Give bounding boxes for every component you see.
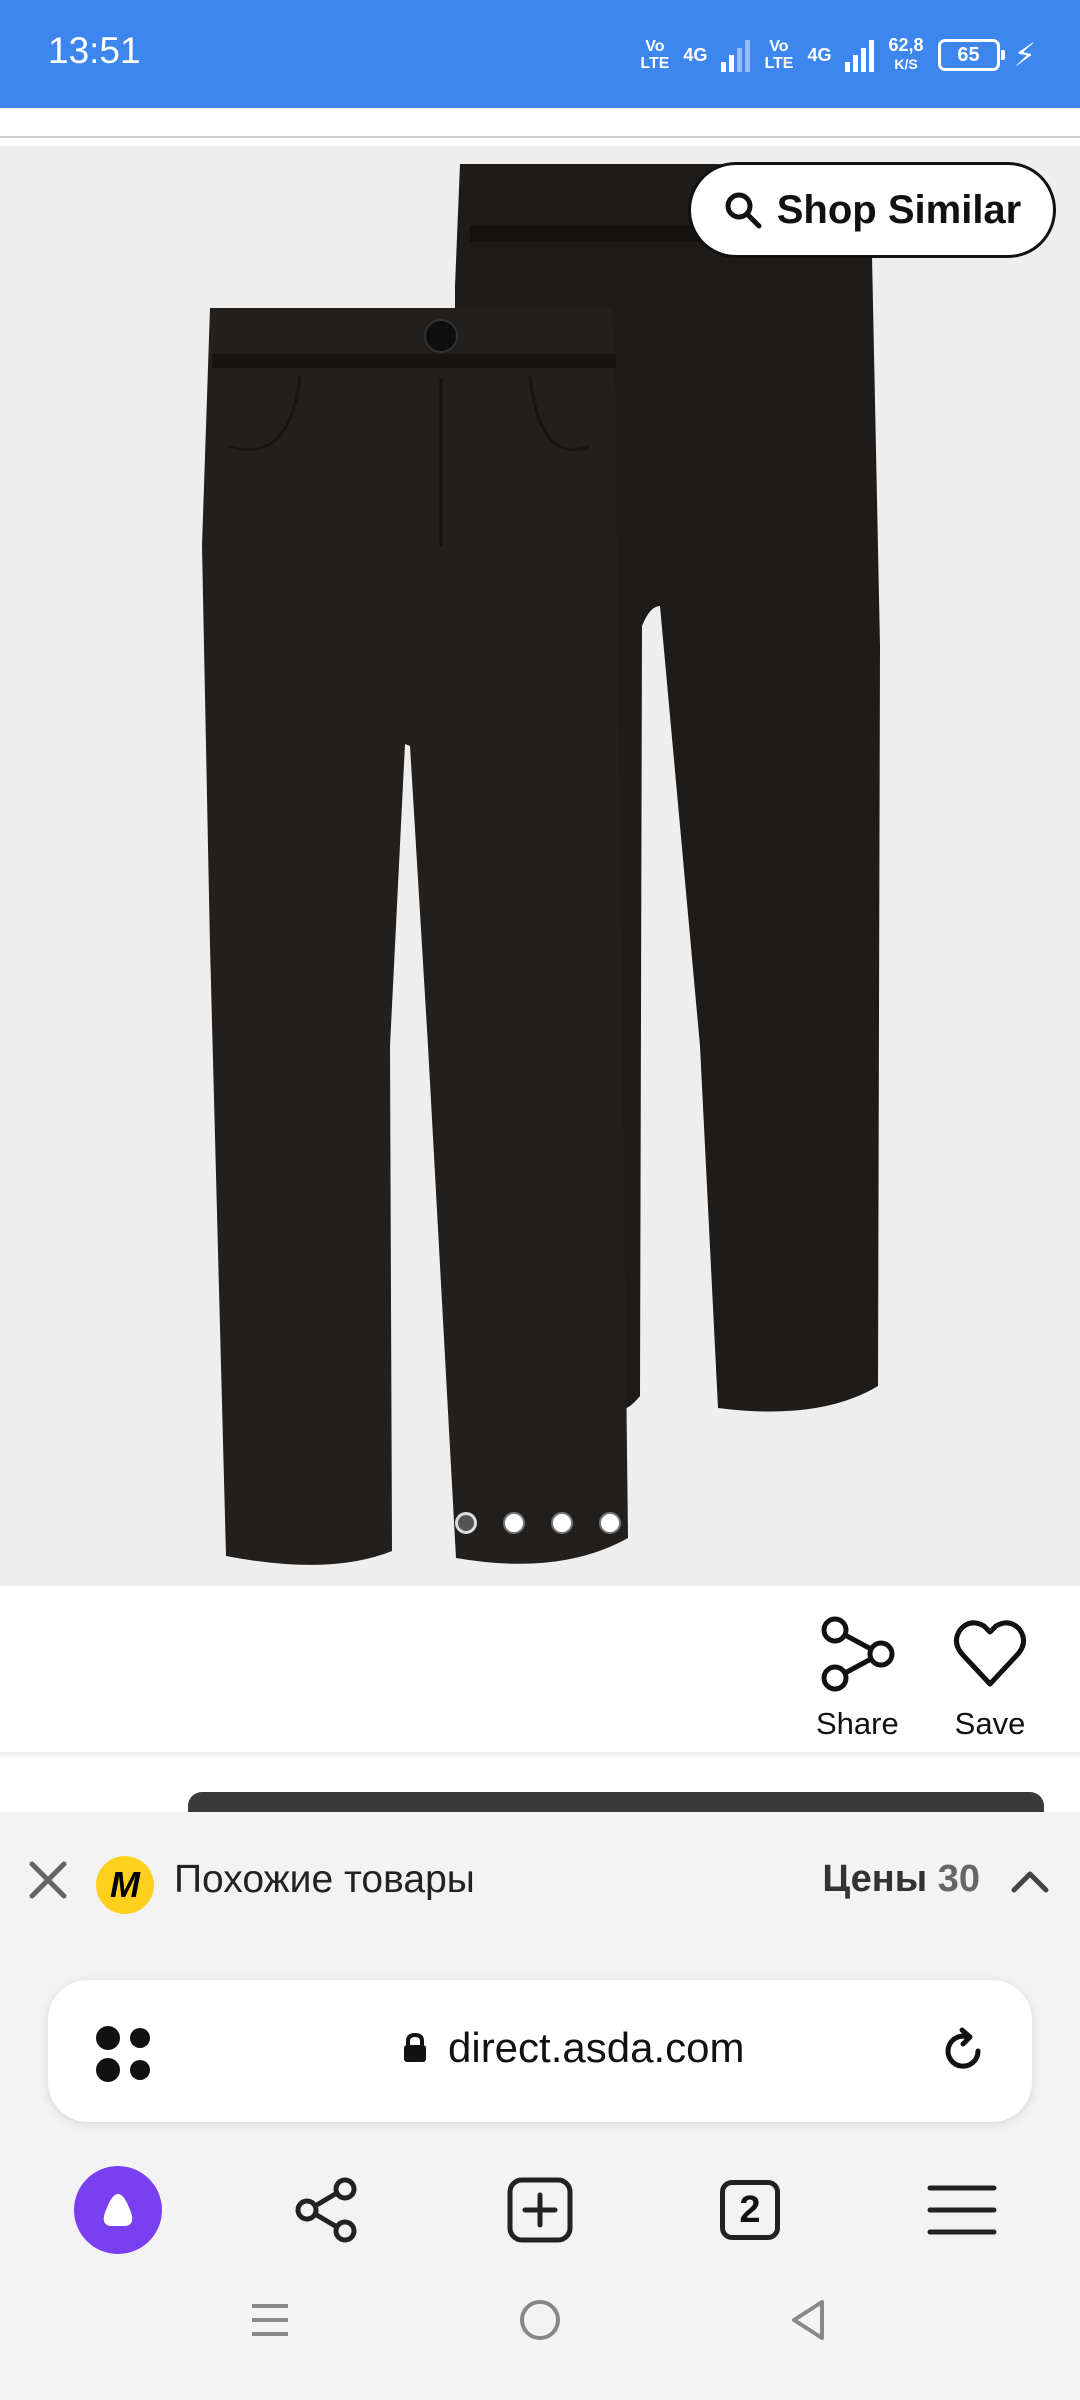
- close-icon[interactable]: [24, 1856, 72, 1904]
- browser-toolbar: 2: [0, 2148, 1080, 2268]
- share-button[interactable]: Share: [816, 1616, 899, 1742]
- save-label: Save: [954, 1706, 1026, 1741]
- menu-button[interactable]: [912, 2160, 1012, 2260]
- new-tab-button[interactable]: [490, 2160, 590, 2260]
- volte-indicator-2: Vo LTE: [764, 38, 794, 72]
- yandex-market-logo: M: [96, 1856, 154, 1914]
- product-image-trousers: [202, 164, 880, 1565]
- services-icon[interactable]: [94, 2024, 156, 2084]
- carousel-dot[interactable]: [551, 1512, 573, 1534]
- similar-products-bar[interactable]: M Похожие товары Цены 30: [0, 1812, 1080, 1958]
- top-divider: [0, 136, 1080, 138]
- url-display[interactable]: direct.asda.com: [402, 2024, 744, 2072]
- charging-icon: ⚡: [1013, 37, 1036, 73]
- carousel-dot[interactable]: [599, 1512, 621, 1534]
- share-page-button[interactable]: [276, 2160, 376, 2260]
- url-text: direct.asda.com: [448, 2024, 745, 2071]
- shop-similar-label: Shop Similar: [776, 187, 1022, 232]
- alice-assistant-button[interactable]: [68, 2160, 168, 2260]
- similar-products-title: Похожие товары: [174, 1858, 475, 1901]
- tabs-button[interactable]: 2: [700, 2160, 800, 2260]
- status-bar: 13:51 Vo LTE 4G Vo LTE 4G 62,8 K/S 65 ⚡: [0, 0, 1080, 108]
- carousel-dot[interactable]: [503, 1512, 525, 1534]
- network-type-2: 4G: [807, 44, 832, 65]
- home-icon[interactable]: [518, 2298, 562, 2342]
- lock-icon: [404, 2032, 426, 2062]
- recent-apps-icon[interactable]: [248, 2298, 292, 2342]
- shop-similar-button[interactable]: Shop Similar: [688, 162, 1056, 258]
- signal-icon-2: [845, 38, 875, 72]
- network-speed: 62,8 K/S: [888, 35, 924, 73]
- volte-indicator: Vo LTE: [640, 38, 670, 72]
- battery-icon: 65: [937, 39, 1005, 71]
- alice-icon: [74, 2166, 162, 2254]
- menu-icon: [927, 2185, 997, 2235]
- share-icon: [821, 1616, 895, 1692]
- reload-icon[interactable]: [938, 2026, 988, 2076]
- prices-count: 30: [937, 1858, 980, 1900]
- browser-chrome: direct.asda.com 2: [0, 1956, 1080, 2400]
- carousel-dot[interactable]: [455, 1512, 477, 1534]
- search-icon: [725, 192, 762, 229]
- network-type-1: 4G: [683, 44, 708, 65]
- section-divider: [0, 1752, 1080, 1760]
- product-image-carousel[interactable]: Shop Similar: [0, 146, 1080, 1586]
- product-actions: Share Save: [0, 1586, 1080, 1754]
- signal-icon: [721, 38, 751, 72]
- address-bar[interactable]: direct.asda.com: [48, 1980, 1032, 2122]
- share-label: Share: [816, 1706, 899, 1741]
- tab-count: 2: [720, 2180, 780, 2240]
- system-navigation-bar: [0, 2268, 1080, 2400]
- carousel-dots: [455, 1512, 621, 1534]
- status-time: 13:51: [48, 30, 141, 71]
- share-icon: [295, 2177, 357, 2243]
- save-button[interactable]: Save: [952, 1616, 1028, 1742]
- prices-label[interactable]: Цены 30: [822, 1858, 980, 1901]
- status-icons: Vo LTE 4G Vo LTE 4G 62,8 K/S 65 ⚡: [640, 28, 1036, 82]
- heart-icon: [954, 1620, 1026, 1687]
- add-icon: [507, 2177, 573, 2243]
- back-icon[interactable]: [786, 2298, 830, 2342]
- chevron-up-icon[interactable]: [1010, 1866, 1050, 1896]
